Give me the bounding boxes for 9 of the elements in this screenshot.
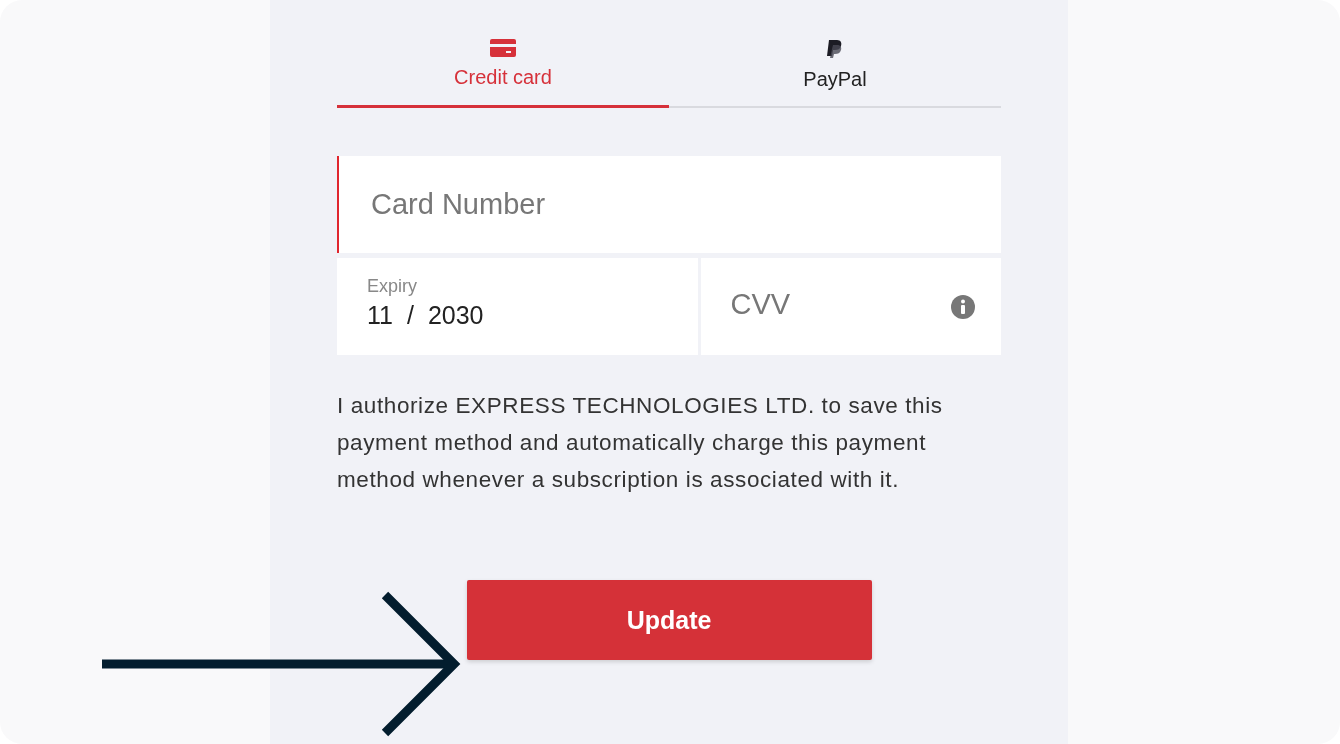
payment-tab[interactable]: Credit card: [337, 38, 669, 108]
credit-card-icon: [489, 38, 517, 58]
expiry-field[interactable]: Expiry 11 / 2030: [337, 258, 698, 355]
payment-tab[interactable]: PayPal: [669, 38, 1001, 108]
info-icon: [951, 295, 975, 319]
update-button[interactable]: Update: [466, 580, 872, 660]
card-number-field[interactable]: Card Number: [337, 156, 1001, 253]
authorization-text: I authorize EXPRESS TECHNOLOGIES LTD. to save this payment method and automatically charge this payment method whenever a subscription is associated with it.: [337, 392, 944, 494]
cvv-field[interactable]: CVV: [700, 258, 1001, 355]
